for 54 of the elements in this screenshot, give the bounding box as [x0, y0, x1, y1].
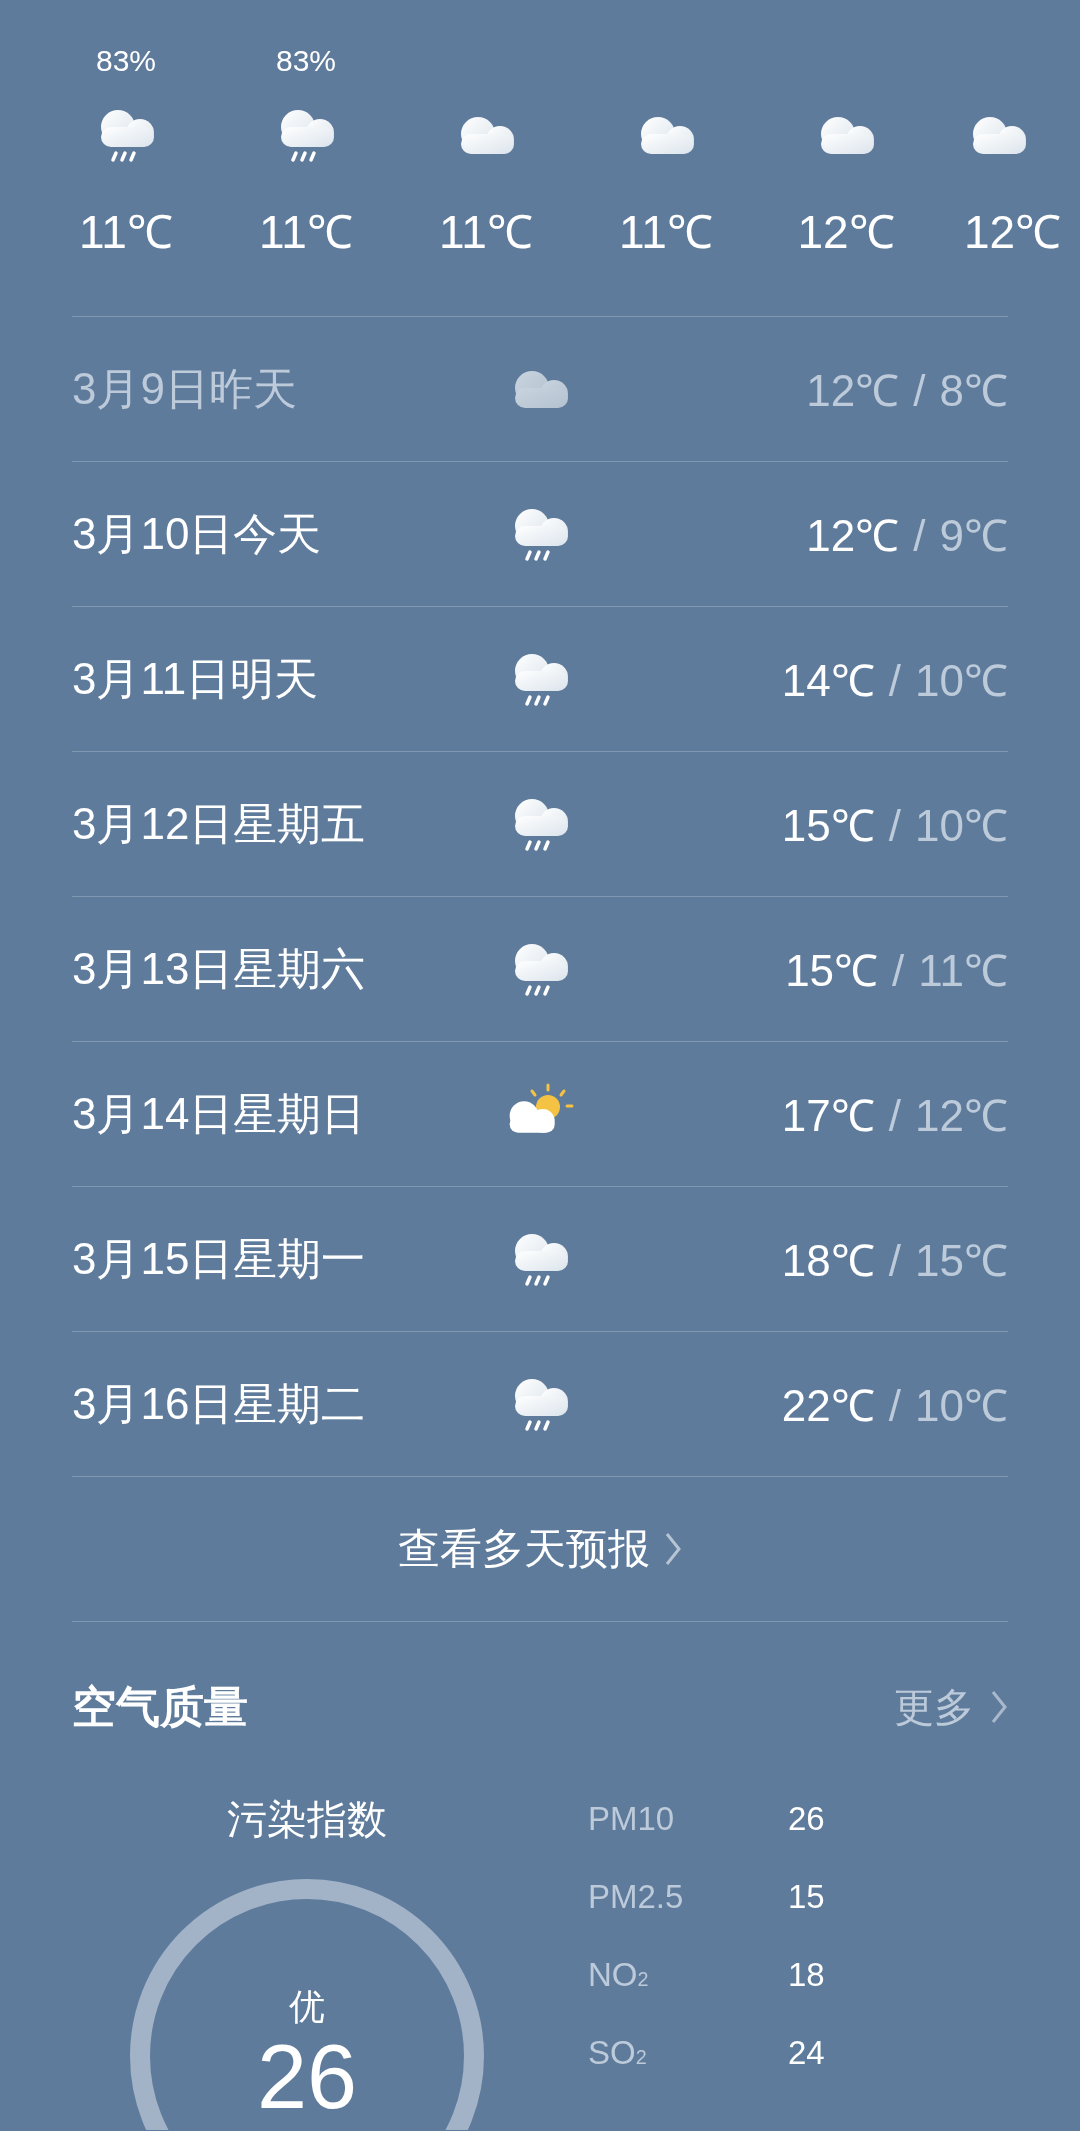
- humidity-text: 83%: [275, 44, 336, 77]
- high-temperature: 18℃: [781, 1235, 875, 1287]
- hourly-temperature: 11℃: [259, 206, 353, 258]
- high-temperature: 12℃: [806, 510, 900, 562]
- day-date: 3月11日明天: [72, 652, 320, 705]
- low-temperature: 12℃: [915, 1090, 1008, 1142]
- pollutant-value: 26: [788, 1800, 826, 1838]
- high-temperature: 14℃: [781, 655, 875, 707]
- pollutant-value: 24: [788, 2034, 826, 2072]
- low-temperature: 11℃: [918, 945, 1008, 997]
- day-date: 3月16日星期二: [72, 1377, 367, 1430]
- day-date: 3月9日昨天: [72, 362, 298, 415]
- low-temperature: 8℃: [939, 365, 1008, 417]
- day-date: 3月12日星期五: [72, 797, 367, 850]
- low-temperature: 10℃: [915, 655, 1008, 707]
- pollutant-value: 15: [788, 1878, 826, 1916]
- low-temperature: 10℃: [915, 1380, 1008, 1432]
- section-title: 空气质量: [72, 1680, 248, 1733]
- high-temperature: 15℃: [781, 800, 875, 852]
- low-temperature: 10℃: [915, 800, 1008, 852]
- day-date: 3月13日星期六: [72, 942, 367, 995]
- aqi-grade: 优: [289, 1985, 325, 2029]
- chevron-right-icon: [990, 1689, 1008, 1725]
- hourly-temperature: 11℃: [79, 206, 173, 258]
- pollutant-name: PM10: [588, 1800, 676, 1838]
- separator-text: /: [888, 1091, 902, 1141]
- hourly-temperature: 12℃: [797, 206, 895, 258]
- hourly-temperature: 11℃: [619, 206, 713, 258]
- low-temperature: 15℃: [915, 1235, 1008, 1287]
- low-temperature: 9℃: [939, 510, 1008, 562]
- day-date: 3月14日星期日: [72, 1087, 367, 1140]
- aqi-value: 26: [256, 2032, 358, 2122]
- separator-text: /: [888, 801, 902, 851]
- index-label: 污染指数: [227, 1796, 387, 1843]
- separator-text: /: [913, 511, 926, 561]
- high-temperature: 12℃: [806, 365, 900, 417]
- separator-text: /: [888, 1236, 902, 1286]
- high-temperature: 15℃: [785, 945, 879, 997]
- hourly-temperature: 12℃: [964, 206, 1062, 258]
- separator-text: /: [913, 366, 926, 416]
- separator-text: /: [888, 1381, 902, 1431]
- high-temperature: 17℃: [781, 1090, 875, 1142]
- separator-text: /: [892, 946, 905, 996]
- chevron-right-icon: [664, 1531, 682, 1567]
- separator-text: /: [888, 656, 902, 706]
- pollutant-value: 18: [788, 1956, 826, 1994]
- pollutant-name: PM2.5: [588, 1878, 685, 1916]
- hourly-temperature: 11℃: [439, 206, 533, 258]
- day-date: 3月10日今天: [72, 507, 323, 560]
- more-button[interactable]: 更多: [894, 1679, 1008, 1735]
- day-date: 3月15日星期一: [72, 1232, 367, 1285]
- high-temperature: 22℃: [781, 1380, 875, 1432]
- more-forecast-button[interactable]: 查看多天预报: [398, 1521, 682, 1577]
- humidity-text: 83%: [95, 44, 156, 77]
